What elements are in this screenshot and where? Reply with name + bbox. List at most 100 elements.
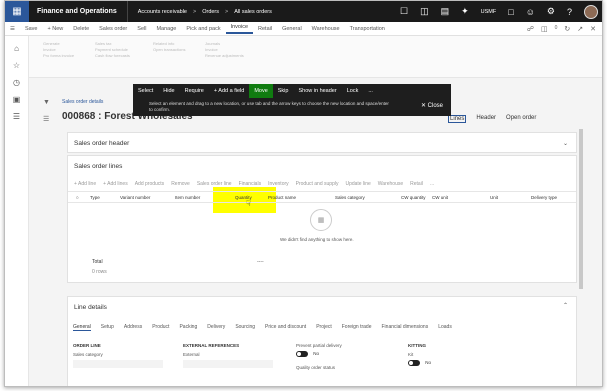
tab-header[interactable]: Header	[476, 115, 496, 123]
tab-pick-and-pack[interactable]: Pick and pack	[181, 26, 225, 32]
kit-toggle[interactable]	[408, 360, 420, 366]
tab-transportation[interactable]: Transportation	[345, 26, 390, 32]
tab-financial-dimensions[interactable]: Financial dimensions	[382, 324, 429, 331]
menu-icon[interactable]: ☰	[5, 26, 20, 32]
list-view-icon[interactable]: ☰	[43, 115, 49, 123]
column-delivery-type[interactable]: Delivery type	[531, 195, 557, 200]
smile-icon[interactable]: ☺	[526, 7, 535, 17]
external-field[interactable]	[183, 360, 273, 368]
select-all-checkbox[interactable]: ○	[76, 195, 79, 200]
product-and-supply-menu[interactable]: Product and supply	[296, 181, 339, 187]
more-tools-button[interactable]: ...	[363, 84, 378, 98]
attach-icon[interactable]: ☍	[527, 25, 534, 33]
save-button[interactable]: Save	[20, 26, 43, 32]
tab-packing[interactable]: Packing	[179, 324, 197, 331]
tab-sourcing[interactable]: Sourcing	[235, 324, 255, 331]
magic-icon[interactable]: ✦	[461, 6, 469, 17]
sales-order-header-section[interactable]: Sales order header ⌄	[67, 132, 577, 153]
tab-warehouse[interactable]: Warehouse	[307, 26, 345, 32]
column-cw-quantity[interactable]: CW quantity	[401, 195, 426, 200]
move-tool-button[interactable]: Move	[249, 84, 273, 98]
vertical-scrollbar[interactable]	[579, 129, 583, 289]
tab-open-order[interactable]: Open order	[506, 115, 536, 123]
column-item-number[interactable]: Item number	[175, 195, 200, 200]
tab-invoice[interactable]: Invoice	[225, 24, 254, 34]
company-picker[interactable]: USMF	[481, 9, 497, 15]
refresh-icon[interactable]: ↻	[564, 25, 570, 33]
help-icon[interactable]: ?	[567, 7, 572, 17]
tab-loads[interactable]: Loads	[438, 324, 452, 331]
overlay-close-button[interactable]: ✕ Close	[421, 102, 443, 109]
star-icon[interactable]: ☆	[5, 61, 28, 70]
tab-project[interactable]: Project	[316, 324, 332, 331]
column-variant-number[interactable]: Variant number	[120, 195, 150, 200]
chevron-up-icon[interactable]: ⌃	[563, 302, 568, 309]
remove-button[interactable]: Remove	[171, 181, 190, 187]
filter-icon[interactable]: ▼	[43, 99, 50, 106]
prevent-partial-delivery-row: No	[296, 351, 342, 357]
add-products-button[interactable]: Add products	[135, 181, 164, 187]
crumb-orders[interactable]: Orders	[202, 9, 219, 15]
ribbon-revenue-adjustments-button[interactable]: Revenue adjustments	[205, 53, 244, 59]
office-icon[interactable]: ◫	[420, 6, 429, 17]
select-tool-button[interactable]: Select	[133, 84, 158, 98]
tab-price-and-discount[interactable]: Price and discount	[265, 324, 306, 331]
require-tool-button[interactable]: Require	[180, 84, 209, 98]
calendar-icon[interactable]: ▤	[441, 6, 450, 17]
update-line-menu[interactable]: Update line	[345, 181, 370, 187]
hand-cursor-icon: ☟	[246, 199, 251, 208]
tab-general[interactable]: General	[277, 26, 307, 32]
add-field-tool-button[interactable]: + Add a field	[209, 84, 249, 98]
delete-button[interactable]: Delete	[68, 26, 94, 32]
workspace-icon[interactable]: ▣	[5, 95, 28, 104]
tab-retail[interactable]: Retail	[253, 26, 277, 32]
crumb-accounts-receivable[interactable]: Accounts receivable	[138, 9, 187, 15]
ribbon-open-transactions-button[interactable]: Open transactions	[153, 47, 185, 53]
list-icon[interactable]: ☰	[5, 112, 28, 121]
chat-icon[interactable]: □	[508, 7, 513, 17]
popout-icon[interactable]: ↗	[577, 25, 583, 33]
search-icon[interactable]: ☐	[400, 6, 408, 17]
crumb-all-sales-orders[interactable]: All sales orders	[234, 9, 272, 15]
add-lines-button[interactable]: + Add lines	[103, 181, 128, 187]
column-type[interactable]: Type	[90, 195, 100, 200]
hide-tool-button[interactable]: Hide	[158, 84, 179, 98]
tab-manage[interactable]: Manage	[151, 26, 181, 32]
tab-general[interactable]: General	[73, 324, 91, 331]
chevron-down-icon[interactable]: ⌄	[563, 140, 568, 147]
retail-menu[interactable]: Retail	[410, 181, 423, 187]
sales-category-field[interactable]	[73, 360, 163, 368]
tab-foreign-trade[interactable]: Foreign trade	[342, 324, 372, 331]
lines-grid-header: ○ Type Variant number Item number Quanti…	[68, 191, 576, 203]
add-line-button[interactable]: + Add line	[74, 181, 96, 187]
gear-icon[interactable]: ⚙	[547, 6, 555, 17]
office-icon[interactable]: ◫	[541, 25, 548, 33]
prevent-partial-delivery-toggle[interactable]	[296, 351, 308, 357]
more-options-button[interactable]: ...	[430, 181, 434, 187]
new-button[interactable]: + New	[42, 26, 68, 32]
tab-product[interactable]: Product	[152, 324, 169, 331]
show-in-header-tool-button[interactable]: Show in header	[293, 84, 341, 98]
warehouse-menu[interactable]: Warehouse	[378, 181, 403, 187]
lock-tool-button[interactable]: Lock	[342, 84, 364, 98]
tab-lines[interactable]: Lines	[448, 115, 467, 123]
skip-tool-button[interactable]: Skip	[273, 84, 294, 98]
avatar[interactable]	[584, 4, 598, 19]
app-brand[interactable]: Finance and Operations	[29, 8, 127, 15]
tab-sales-order[interactable]: Sales order	[94, 26, 132, 32]
column-unit[interactable]: Unit	[490, 195, 498, 200]
tab-setup[interactable]: Setup	[101, 324, 114, 331]
column-sales-category[interactable]: Sales category	[335, 195, 365, 200]
ribbon-cash-flow-button[interactable]: Cash flow forecasts	[95, 53, 130, 59]
column-cw-unit[interactable]: CW unit	[432, 195, 448, 200]
notification-badge[interactable]: 0	[555, 25, 558, 33]
home-icon[interactable]: ⌂	[5, 44, 28, 53]
tab-address[interactable]: Address	[124, 324, 142, 331]
close-icon[interactable]: ✕	[590, 25, 596, 33]
waffle-icon[interactable]: ▦	[5, 1, 29, 22]
ribbon-pro-forma-button[interactable]: Pro forma invoice	[43, 53, 74, 59]
tab-delivery[interactable]: Delivery	[207, 324, 225, 331]
clock-icon[interactable]: ◷	[5, 78, 28, 87]
column-product-name[interactable]: Product name	[268, 195, 296, 200]
tab-sell[interactable]: Sell	[132, 26, 151, 32]
